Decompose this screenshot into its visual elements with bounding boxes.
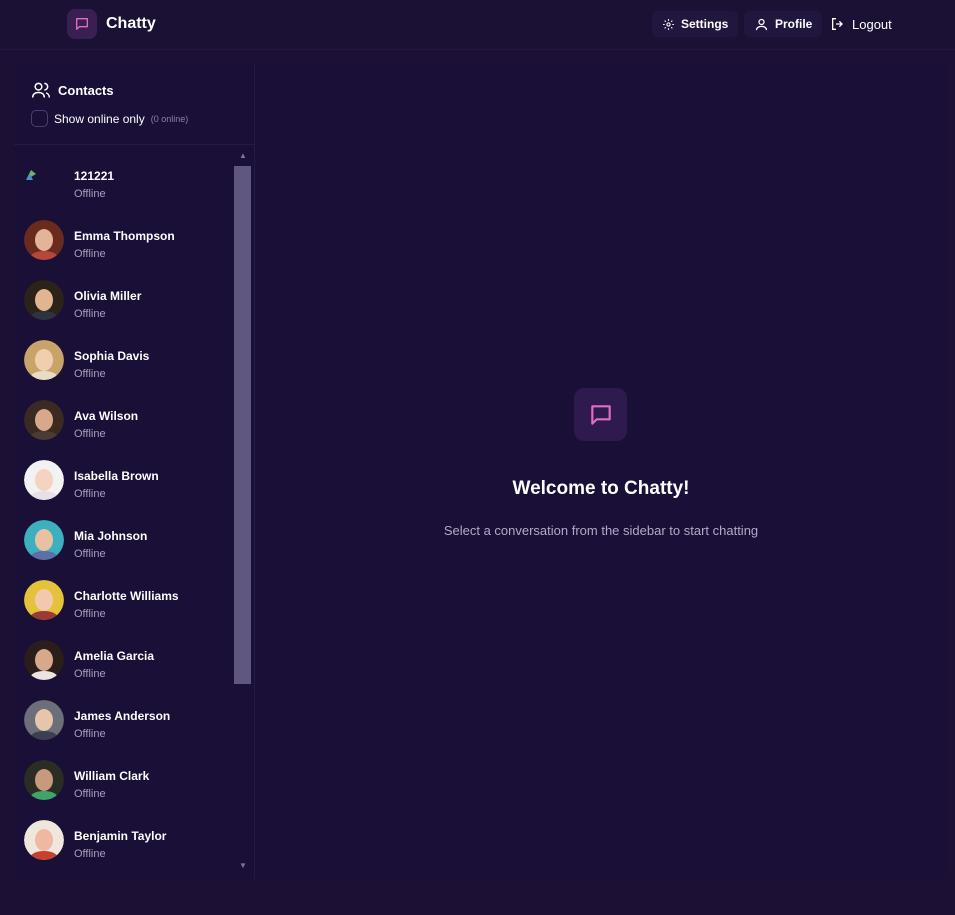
online-filter[interactable]: Show online only (0 online) xyxy=(31,110,188,127)
users-icon xyxy=(31,82,51,98)
contact-status: Offline xyxy=(74,608,106,620)
contact-name: Ava Wilson xyxy=(74,409,139,423)
avatar xyxy=(24,460,64,500)
sidebar-header: Contacts Show online only (0 online) xyxy=(14,64,254,145)
contact-item[interactable]: William Clark Offline xyxy=(14,746,234,806)
contact-item[interactable]: Benjamin Taylor Offline xyxy=(14,806,234,866)
contact-name: Sophia Davis xyxy=(74,349,150,363)
logout-icon xyxy=(832,18,843,30)
avatar xyxy=(24,640,64,680)
contact-status: Offline xyxy=(74,428,106,440)
contact-name: 121221 xyxy=(74,169,115,183)
app-name: Chatty xyxy=(106,15,156,32)
contact-name: Isabella Brown xyxy=(74,469,159,483)
show-online-checkbox[interactable] xyxy=(31,110,48,127)
contacts-title: Contacts xyxy=(58,82,114,98)
contact-status: Offline xyxy=(74,308,106,320)
gear-icon xyxy=(663,18,674,30)
welcome-subtitle: Select a conversation from the sidebar t… xyxy=(443,523,759,538)
contact-name: Emma Thompson xyxy=(74,229,175,243)
avatar xyxy=(24,520,64,560)
contact-item[interactable]: Isabella Brown Offline xyxy=(14,446,234,506)
broken-image-icon xyxy=(24,168,38,182)
avatar xyxy=(24,820,64,860)
contact-item[interactable]: Ava Wilson Offline xyxy=(14,386,234,446)
contact-status: Offline xyxy=(74,848,106,860)
contact-name: Amelia Garcia xyxy=(74,649,155,663)
scroll-down-arrow[interactable]: ▼ xyxy=(238,861,248,871)
settings-label: Settings xyxy=(681,17,729,31)
avatar xyxy=(24,580,64,620)
contact-status: Offline xyxy=(74,488,106,500)
logout-button[interactable]: Logout xyxy=(820,11,902,37)
contact-name: William Clark xyxy=(74,769,150,783)
contact-item[interactable]: Sophia Davis Offline xyxy=(14,326,234,386)
contacts-heading: Contacts xyxy=(31,80,114,100)
contact-item[interactable]: Charlotte Williams Offline xyxy=(14,566,234,626)
contact-list[interactable]: 121221 Offline Emma Thompson Offline Olivia … xyxy=(14,146,234,879)
contact-status: Offline xyxy=(74,788,106,800)
logout-label: Logout xyxy=(852,16,892,32)
user-icon xyxy=(755,18,768,30)
scroll-up-arrow[interactable]: ▲ xyxy=(238,151,248,161)
contact-name: James Anderson xyxy=(74,709,171,723)
avatar xyxy=(24,700,64,740)
contact-name: Benjamin Taylor xyxy=(74,829,167,843)
profile-label: Profile xyxy=(775,17,813,31)
contact-status: Offline xyxy=(74,668,106,680)
chat-bubble-icon xyxy=(574,388,627,441)
contact-name: Mia Johnson xyxy=(74,529,148,543)
contact-status: Offline xyxy=(74,188,106,200)
welcome-title: Welcome to Chatty! xyxy=(512,478,690,499)
contact-status: Offline xyxy=(74,728,106,740)
contact-item[interactable]: Emma Thompson Offline xyxy=(14,206,234,266)
contact-status: Offline xyxy=(74,368,106,380)
contact-item[interactable]: Amelia Garcia Offline xyxy=(14,626,234,686)
top-navbar: Chatty Settings Profile Logout xyxy=(0,0,955,50)
brand-link[interactable]: Chatty xyxy=(67,9,156,39)
show-online-label: Show online only xyxy=(54,111,145,126)
avatar xyxy=(24,400,64,440)
contact-item[interactable]: Olivia Miller Offline xyxy=(14,266,234,326)
contact-item[interactable]: 121221 Offline xyxy=(14,146,234,206)
avatar xyxy=(24,280,64,320)
settings-button[interactable]: Settings xyxy=(652,11,739,37)
contact-item[interactable]: James Anderson Offline xyxy=(14,686,234,746)
scrollbar-thumb[interactable] xyxy=(234,166,251,684)
profile-button[interactable]: Profile xyxy=(744,11,823,37)
contact-status: Offline xyxy=(74,548,106,560)
chat-container: Contacts Show online only (0 online) 121… xyxy=(14,64,947,879)
avatar xyxy=(24,760,64,800)
contact-name: Olivia Miller xyxy=(74,289,142,303)
avatar xyxy=(24,340,64,380)
avatar xyxy=(24,220,64,260)
contact-status: Offline xyxy=(74,248,106,260)
chat-bubble-icon xyxy=(67,9,97,39)
online-count: (0 online) xyxy=(150,113,189,124)
sidebar: Contacts Show online only (0 online) 121… xyxy=(14,64,255,879)
contact-item[interactable]: Mia Johnson Offline xyxy=(14,506,234,566)
contact-name: Charlotte Williams xyxy=(74,589,179,603)
